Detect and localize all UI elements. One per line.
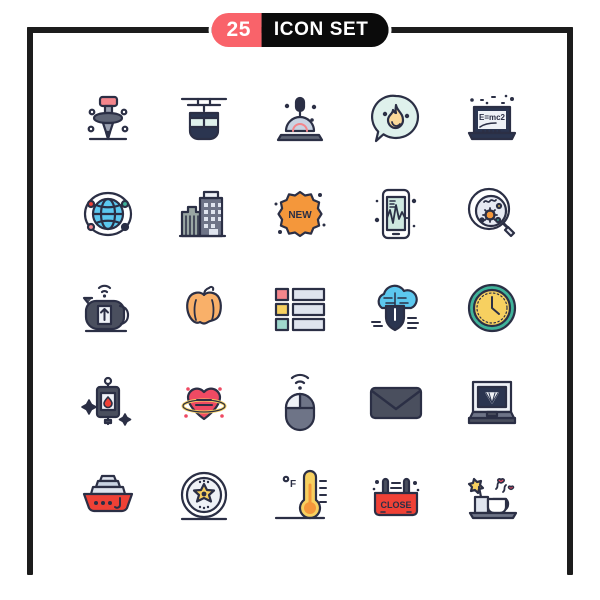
global-network-icon — [83, 191, 133, 236]
icon-cell-9[interactable] — [348, 166, 444, 260]
icon-cell-21[interactable] — [60, 450, 156, 544]
gear-shift-icon — [276, 97, 324, 142]
new-badge-icon: NEW — [274, 190, 326, 237]
smart-kettle-icon — [82, 284, 130, 333]
icon-count-label: 25 — [211, 13, 262, 47]
icon-grid: E=mc2 NEW F CLOSE — [60, 72, 540, 544]
list-layout-icon — [274, 287, 326, 332]
icon-cell-13[interactable] — [252, 261, 348, 355]
blood-bag-icon — [81, 377, 132, 427]
icon-cell-24[interactable]: CLOSE — [348, 450, 444, 544]
icon-cell-1[interactable] — [60, 72, 156, 166]
icon-cell-16[interactable] — [60, 355, 156, 449]
cable-car-icon — [180, 98, 228, 141]
frame-left-border — [27, 27, 33, 575]
icon-cell-8[interactable]: NEW — [252, 166, 348, 260]
coffee-gift-icon — [467, 477, 518, 519]
icon-cell-2[interactable] — [156, 72, 252, 166]
frame-right-border — [567, 27, 573, 575]
icon-cell-25[interactable] — [444, 450, 540, 544]
office-buildings-icon — [178, 190, 227, 237]
icon-cell-5[interactable]: E=mc2 — [444, 72, 540, 166]
diamond-laptop-icon — [467, 381, 517, 425]
close-sign-icon: CLOSE — [372, 477, 420, 516]
sheriff-star-icon — [180, 471, 228, 520]
heart-orbit-icon — [181, 387, 227, 421]
cloud-security-icon — [371, 284, 419, 332]
wall-clock-icon — [467, 283, 517, 333]
physics-laptop-icon: E=mc2 — [467, 94, 517, 141]
close-text: CLOSE — [380, 500, 411, 510]
virus-search-icon — [467, 187, 516, 237]
pumpkin-icon — [186, 285, 222, 325]
ship-icon — [82, 474, 134, 512]
icon-cell-23[interactable]: F — [252, 450, 348, 544]
icon-cell-6[interactable] — [60, 166, 156, 260]
icon-cell-10[interactable] — [444, 166, 540, 260]
hot-topic-bubble-icon — [371, 94, 420, 143]
icon-set-poster: 25 ICON SET E=mc2 NEW F CLOSE — [0, 0, 600, 600]
icon-cell-22[interactable] — [156, 450, 252, 544]
icon-cell-18[interactable] — [252, 355, 348, 449]
icon-cell-19[interactable] — [348, 355, 444, 449]
icon-cell-14[interactable] — [348, 261, 444, 355]
icon-cell-17[interactable] — [156, 355, 252, 449]
formula-text: E=mc2 — [479, 113, 506, 122]
icon-set-title: ICON SET — [261, 13, 389, 47]
envelope-icon — [369, 387, 423, 420]
icon-cell-4[interactable] — [348, 72, 444, 166]
icon-cell-7[interactable] — [156, 166, 252, 260]
icon-cell-15[interactable] — [444, 261, 540, 355]
fahrenheit-thermometer-icon: F — [274, 469, 327, 519]
icon-cell-3[interactable] — [252, 72, 348, 166]
icon-cell-12[interactable] — [156, 261, 252, 355]
new-text: NEW — [288, 210, 312, 221]
mobile-pulse-icon — [374, 188, 417, 239]
icon-cell-11[interactable] — [60, 261, 156, 355]
wireless-mouse-icon — [284, 374, 316, 432]
3d-printer-nozzle-icon — [87, 96, 129, 141]
icon-set-badge: 25 ICON SET — [211, 13, 389, 47]
icon-cell-20[interactable] — [444, 355, 540, 449]
fahrenheit-text: F — [290, 479, 296, 490]
